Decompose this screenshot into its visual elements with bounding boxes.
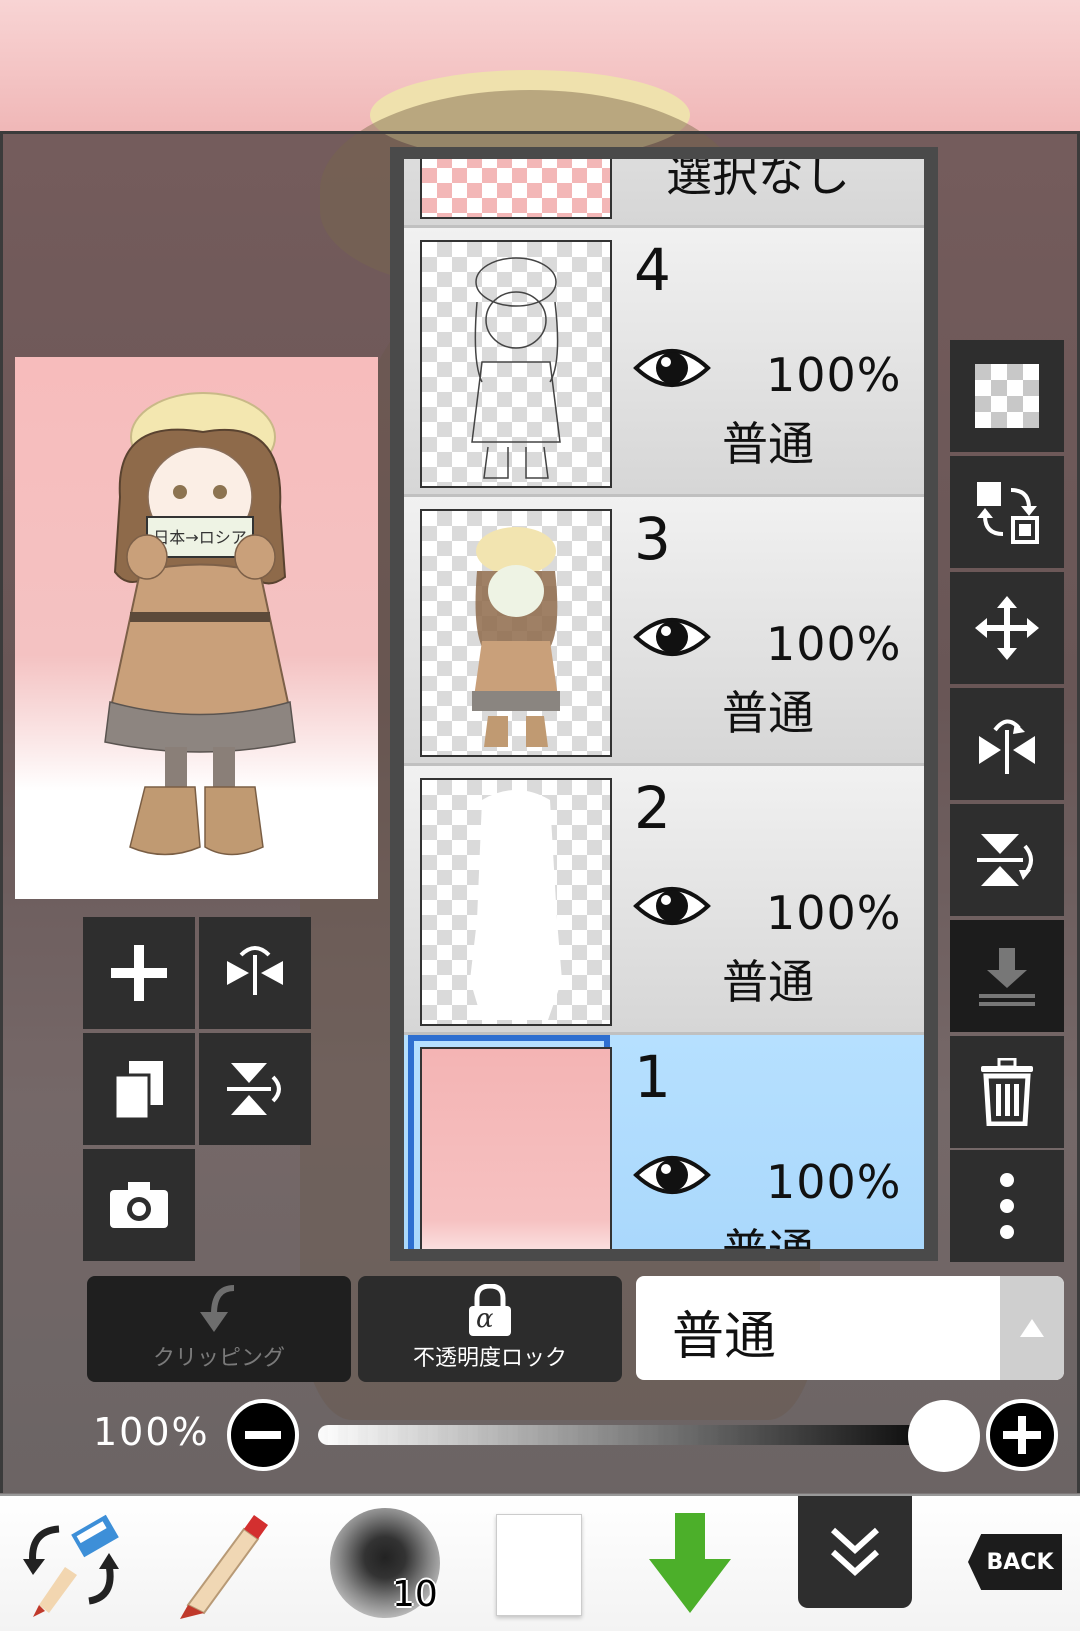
layer-row-none[interactable]: 選択なし [404,159,924,228]
flip-horizontal-button[interactable] [950,688,1064,800]
swap-layer-button[interactable] [950,456,1064,568]
layer-row-3[interactable]: 3 100% 普通 [404,497,924,766]
eye-icon [633,349,711,387]
eye-icon [633,887,711,925]
plus-icon [1003,1416,1041,1454]
import-photo-button[interactable] [83,1149,195,1261]
collapse-panel-button[interactable] [798,1496,912,1608]
add-layer-icon [111,945,167,1001]
flip-horizontal-icon [979,719,1035,774]
layer-opacity: 100% [766,1155,902,1209]
layer-number: 2 [634,774,671,842]
layer-blend-mode: 普通 [722,417,814,471]
flip-vertical-icon [977,834,1033,886]
opacity-value: 100% [93,1410,210,1454]
transparent-fill-icon [975,364,1039,428]
layer-row-4[interactable]: 4 100% 普通 [404,228,924,497]
move-icon [975,596,1039,660]
layer-down-arrow-button[interactable] [640,1496,740,1631]
layer-number: 3 [634,505,671,573]
blend-mode-value: 普通 [672,1307,777,1367]
layer-list[interactable]: 選択なし 4 100% 普通 3 100% 普通 2 100% 普通 1 100… [404,159,924,1249]
opacity-increase-button[interactable] [986,1399,1058,1471]
blend-dropdown-arrow[interactable] [1000,1276,1064,1380]
frame-top [0,131,1080,134]
triangle-up-icon [1020,1319,1044,1337]
layer-opacity: 100% [766,886,902,940]
frame-left [0,131,3,1493]
layer-thumbnail [420,509,612,757]
bottom-toolbar: 10 BACK [0,1494,1080,1631]
visibility-toggle[interactable] [632,340,712,400]
more-options-button[interactable] [950,1150,1064,1262]
layer-number: 1 [634,1043,671,1111]
merge-down-icon [979,948,1035,1006]
flip-vertical-button[interactable] [950,804,1064,916]
layer-thumbnail [420,159,612,219]
preview-sign-text: 日本→ロシア [153,528,246,547]
blend-mode-select[interactable]: 普通 [636,1276,1064,1380]
visibility-toggle[interactable] [632,1147,712,1207]
more-vert-icon [1000,1173,1014,1239]
minus-icon [245,1431,281,1439]
canvas-preview[interactable]: 日本→ロシア [15,357,378,899]
layer-thumbnail [420,778,612,1026]
brush-size-value: 10 [392,1574,438,1615]
layer-row-1[interactable]: 1 100% 普通 [404,1035,924,1249]
flip-layer-vertical-button[interactable] [199,1033,311,1145]
pencil-icon [180,1514,268,1619]
layer-panel: 選択なし 4 100% 普通 3 100% 普通 2 100% 普通 1 100… [390,147,938,1261]
layer-none-label: 選択なし [666,159,850,202]
layer-row-2[interactable]: 2 100% 普通 [404,766,924,1035]
copy-layer-icon [113,1061,163,1121]
visibility-toggle[interactable] [632,609,712,669]
color-picker-button[interactable] [496,1514,582,1616]
eye-icon [633,1156,711,1194]
pen-tool-button[interactable] [170,1496,280,1631]
flip-layer-horizontal-button[interactable] [199,917,311,1029]
layer-blend-mode: 普通 [722,686,814,740]
swap-layer-icon [977,482,1039,544]
tool-switch-button[interactable] [14,1496,124,1631]
flip-horizontal-icon [227,946,283,995]
pen-eraser-swap-icon [23,1514,119,1617]
copy-layer-button[interactable] [83,1033,195,1145]
layer-opacity: 100% [766,348,902,402]
move-layer-button[interactable] [950,572,1064,684]
add-layer-button[interactable] [83,917,195,1029]
merge-down-button[interactable] [950,920,1064,1032]
opacity-lock-label: 不透明度ロック [412,1346,567,1371]
delete-layer-button[interactable] [950,1036,1064,1148]
arrow-down-icon [649,1512,731,1613]
clipping-label: クリッピング [152,1346,285,1371]
layer-number: 4 [634,236,671,304]
opacity-slider-handle[interactable] [908,1400,980,1472]
layer-thumbnail [420,1047,612,1249]
opacity-slider[interactable] [318,1425,954,1445]
double-chevron-down-icon [830,1527,880,1577]
opacity-decrease-button[interactable] [227,1399,299,1471]
clipping-button[interactable]: クリッピング [87,1276,351,1382]
layer-opacity: 100% [766,617,902,671]
visibility-toggle[interactable] [632,878,712,938]
eye-icon [633,618,711,656]
new-transparent-layer-button[interactable] [950,340,1064,452]
layer-thumbnail [420,240,612,488]
trash-icon [981,1058,1033,1126]
lock-alpha-symbol: α [476,1304,494,1334]
back-button[interactable]: BACK [968,1534,1062,1590]
layer-blend-mode: 普通 [722,1215,814,1249]
opacity-lock-button[interactable]: α 不透明度ロック [358,1276,622,1382]
clipping-arrow-icon [200,1285,235,1332]
layer-blend-mode: 普通 [722,955,814,1009]
camera-icon [110,1182,168,1228]
flip-vertical-icon [227,1063,281,1115]
